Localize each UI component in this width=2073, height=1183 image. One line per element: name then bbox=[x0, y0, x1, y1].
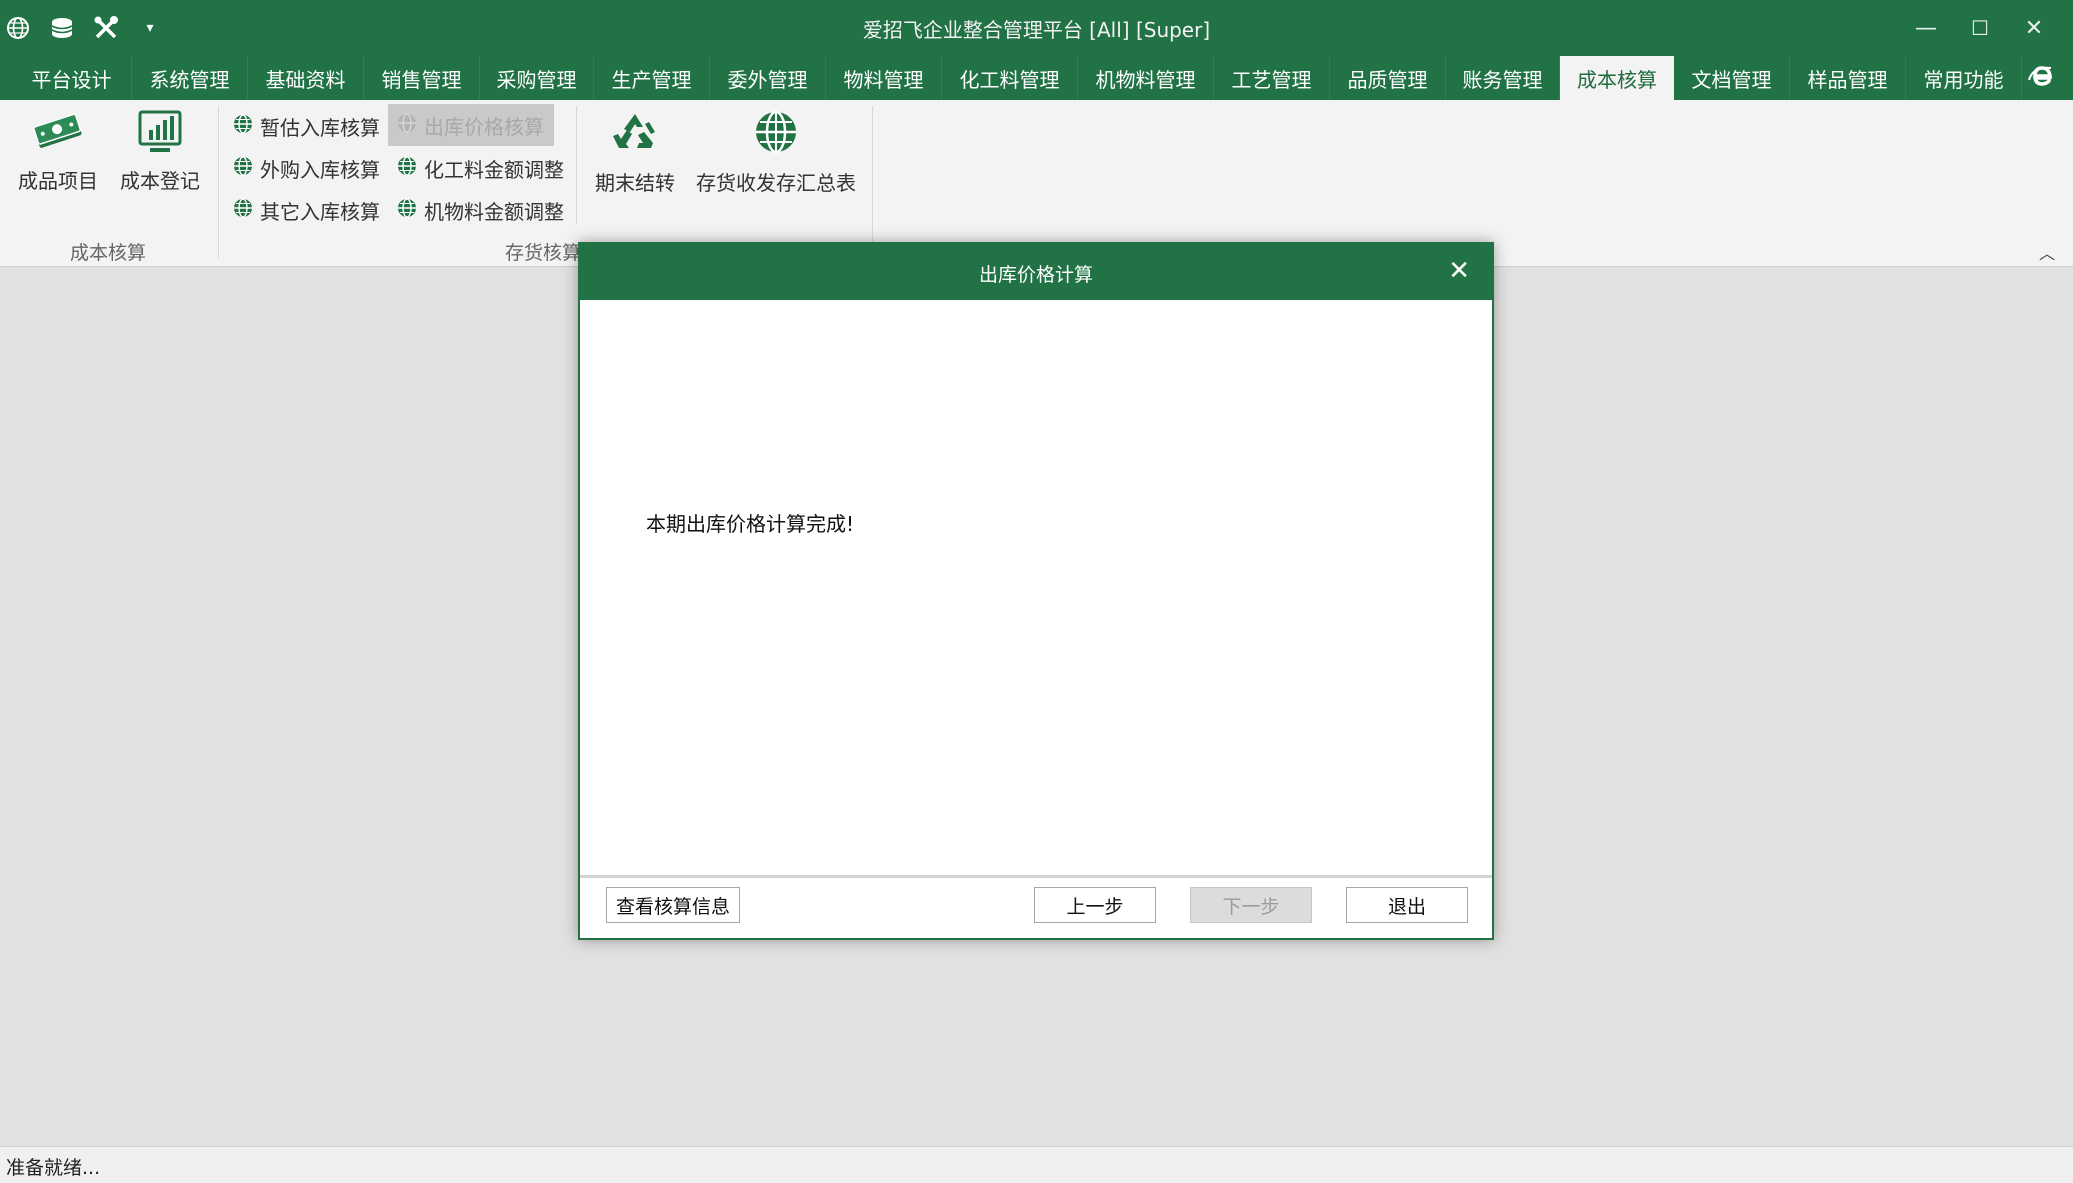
globe-icon bbox=[232, 197, 254, 224]
inventory-summary-button[interactable]: 存货收发存汇总表 bbox=[692, 110, 860, 196]
group-label-cost-accounting: 成本核算 bbox=[70, 242, 147, 264]
purchase-inbound-button[interactable]: 外购入库核算 bbox=[232, 150, 380, 186]
outbound-price-label: 出库价格核算 bbox=[424, 114, 544, 139]
tab-quality-management[interactable]: 品质管理 bbox=[1330, 56, 1446, 100]
tab-sales-management[interactable]: 销售管理 bbox=[364, 56, 480, 100]
tab-document-management[interactable]: 文档管理 bbox=[1674, 56, 1790, 100]
browser-icon[interactable] bbox=[2027, 62, 2055, 94]
globe-icon bbox=[232, 113, 254, 140]
dialog-close-icon[interactable]: ✕ bbox=[1448, 256, 1470, 286]
collapse-ribbon-icon[interactable]: ︿ bbox=[2039, 240, 2055, 264]
tab-basic-data[interactable]: 基础资料 bbox=[248, 56, 364, 100]
maximize-button[interactable]: ☐ bbox=[1960, 10, 2000, 46]
dialog-header: 出库价格计算 ✕ bbox=[580, 244, 1492, 300]
machine-material-amount-adjust-label: 机物料金额调整 bbox=[424, 199, 564, 224]
dialog-message: 本期出库价格计算完成! bbox=[646, 512, 855, 536]
chemical-amount-adjust-button[interactable]: 化工料金额调整 bbox=[396, 150, 564, 186]
chemical-amount-adjust-label: 化工料金额调整 bbox=[424, 157, 564, 182]
provisional-inbound-button[interactable]: 暂估入库核算 bbox=[232, 108, 380, 144]
finished-product-button[interactable]: 成品项目 bbox=[14, 110, 102, 194]
tab-accounting-management[interactable]: 账务管理 bbox=[1446, 56, 1560, 100]
dialog-title: 出库价格计算 bbox=[978, 264, 1093, 286]
next-step-button[interactable]: 下一步 bbox=[1190, 887, 1312, 923]
tab-platform-design[interactable]: 平台设计 bbox=[12, 56, 132, 100]
purchase-inbound-label: 外购入库核算 bbox=[260, 157, 380, 182]
chart-icon bbox=[116, 110, 204, 159]
tab-process-management[interactable]: 工艺管理 bbox=[1214, 56, 1330, 100]
tab-purchase-management[interactable]: 采购管理 bbox=[480, 56, 594, 100]
globe-icon bbox=[396, 112, 418, 139]
money-icon bbox=[14, 110, 102, 159]
period-end-transfer-label: 期末结转 bbox=[595, 171, 675, 195]
group-separator bbox=[872, 106, 873, 258]
view-accounting-info-button[interactable]: 查看核算信息 bbox=[606, 887, 740, 923]
inventory-summary-label: 存货收发存汇总表 bbox=[696, 171, 856, 195]
globe-icon bbox=[396, 155, 418, 182]
tab-chemical-management[interactable]: 化工料管理 bbox=[942, 56, 1078, 100]
tab-common-functions[interactable]: 常用功能 bbox=[1906, 56, 2022, 100]
period-end-transfer-button[interactable]: 期末结转 bbox=[590, 110, 680, 196]
dialog-footer: 查看核算信息 上一步 下一步 退出 bbox=[580, 875, 1492, 938]
status-text: 准备就绪... bbox=[6, 1157, 101, 1179]
tab-sample-management[interactable]: 样品管理 bbox=[1790, 56, 1906, 100]
other-inbound-label: 其它入库核算 bbox=[260, 199, 380, 224]
minimize-button[interactable]: — bbox=[1906, 10, 1946, 46]
tab-machine-material-management[interactable]: 机物料管理 bbox=[1078, 56, 1214, 100]
tab-production-management[interactable]: 生产管理 bbox=[594, 56, 710, 100]
tab-material-management[interactable]: 物料管理 bbox=[826, 56, 942, 100]
other-inbound-button[interactable]: 其它入库核算 bbox=[232, 192, 380, 228]
tab-system-management[interactable]: 系统管理 bbox=[132, 56, 248, 100]
window-title: 爱招飞企业整合管理平台 [All] [Super] bbox=[862, 18, 1211, 42]
cost-registration-button[interactable]: 成本登记 bbox=[116, 110, 204, 194]
group-label-inventory-accounting: 存货核算 bbox=[505, 242, 582, 264]
tab-outsourcing-management[interactable]: 委外管理 bbox=[710, 56, 826, 100]
button-separator bbox=[576, 106, 577, 224]
previous-step-button[interactable]: 上一步 bbox=[1034, 887, 1156, 923]
cost-registration-label: 成本登记 bbox=[120, 169, 200, 193]
provisional-inbound-label: 暂估入库核算 bbox=[260, 115, 380, 140]
group-separator bbox=[218, 106, 219, 258]
globe-icon bbox=[692, 110, 860, 161]
globe-icon bbox=[396, 197, 418, 224]
machine-material-amount-adjust-button[interactable]: 机物料金额调整 bbox=[396, 192, 564, 228]
outbound-price-button[interactable]: 出库价格核算 bbox=[388, 104, 554, 146]
recycle-icon bbox=[590, 110, 680, 161]
ribbon-tabs: 平台设计 系统管理 基础资料 销售管理 采购管理 生产管理 委外管理 物料管理 … bbox=[0, 56, 2073, 100]
status-bar: 准备就绪... bbox=[0, 1146, 2073, 1183]
tab-cost-accounting[interactable]: 成本核算 bbox=[1560, 56, 1674, 100]
outbound-price-dialog: 出库价格计算 ✕ 本期出库价格计算完成! 查看核算信息 上一步 下一步 退出 bbox=[578, 242, 1494, 940]
finished-product-label: 成品项目 bbox=[18, 169, 98, 193]
title-bar: ▾ 爱招飞企业整合管理平台 [All] [Super] — ☐ ✕ bbox=[0, 0, 2073, 56]
exit-button[interactable]: 退出 bbox=[1346, 887, 1468, 923]
close-button[interactable]: ✕ bbox=[2014, 10, 2054, 46]
globe-icon bbox=[232, 155, 254, 182]
